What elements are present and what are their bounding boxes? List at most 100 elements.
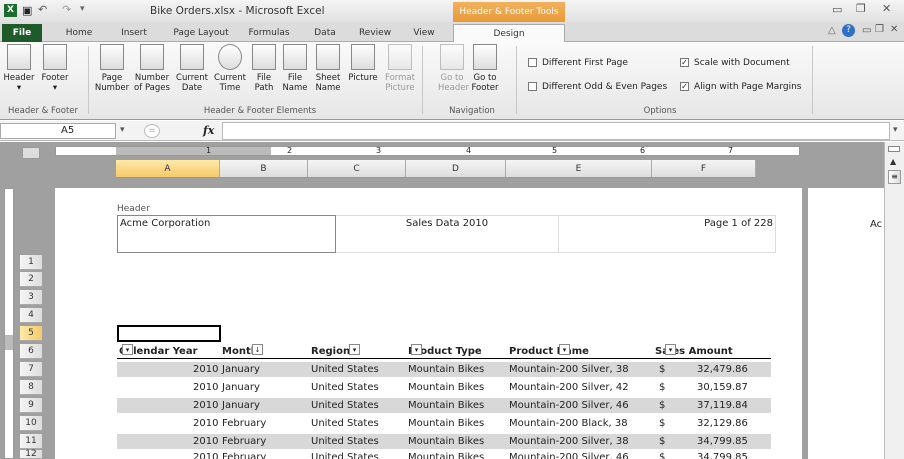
format-picture-button[interactable]: Format Picture xyxy=(382,44,418,93)
tab-home[interactable]: Home xyxy=(58,24,100,42)
tab-data[interactable]: Data xyxy=(306,24,344,42)
name-box[interactable]: A5 xyxy=(0,123,116,139)
header-label: Header xyxy=(117,204,150,214)
footer-button[interactable]: Footer ▾ xyxy=(38,44,72,93)
row-header-12[interactable]: 12 xyxy=(20,450,42,459)
header-right-section[interactable]: Page 1 of 228 xyxy=(558,215,776,253)
horizontal-ruler[interactable]: 1 2 3 4 5 6 7 xyxy=(55,146,800,156)
row-header-6[interactable]: 6 xyxy=(20,344,42,359)
goto-header-icon xyxy=(440,44,464,70)
row-header-10[interactable]: 10 xyxy=(20,416,42,431)
close-icon[interactable]: ✕ xyxy=(882,2,891,15)
footer-icon xyxy=(43,44,67,70)
page-number-button[interactable]: Page Number xyxy=(92,44,132,93)
different-first-page-option[interactable]: Different First Page xyxy=(528,58,628,68)
filter-dropdown-icon[interactable]: ▾ xyxy=(122,344,133,355)
align-page-margins-option[interactable]: ✓ Align with Page Margins xyxy=(680,82,801,92)
column-header-e[interactable]: E xyxy=(506,160,652,178)
different-first-page-checkbox[interactable] xyxy=(528,58,537,67)
column-header-f[interactable]: F xyxy=(652,160,756,178)
picture-icon xyxy=(351,44,375,70)
help-icon[interactable]: ? xyxy=(842,24,855,37)
function-wizard-icon[interactable]: = xyxy=(144,124,160,138)
scale-with-document-checkbox[interactable]: ✓ xyxy=(680,58,689,67)
goto-footer-button[interactable]: Go to Footer xyxy=(468,44,502,93)
header-button[interactable]: Header ▾ xyxy=(2,44,36,93)
filter-dropdown-icon[interactable]: ▾ xyxy=(559,344,570,355)
tab-page-layout[interactable]: Page Layout xyxy=(166,24,236,42)
expand-formula-bar-icon[interactable]: ▾ xyxy=(893,125,898,135)
header-center-section[interactable]: Sales Data 2010 xyxy=(336,215,558,253)
vertical-ruler[interactable] xyxy=(4,188,14,459)
tab-design[interactable]: Design xyxy=(453,24,565,42)
minimize-icon[interactable]: ▭ xyxy=(832,3,842,16)
tab-insert[interactable]: Insert xyxy=(112,24,156,42)
select-all-corner[interactable] xyxy=(22,147,40,159)
group-label-options: Options xyxy=(643,106,677,116)
column-header-d[interactable]: D xyxy=(406,160,506,178)
filter-dropdown-icon[interactable]: ▾ xyxy=(665,344,676,355)
number-of-pages-button[interactable]: Number of Pages xyxy=(133,44,171,93)
different-odd-even-option[interactable]: Different Odd & Even Pages xyxy=(528,82,667,92)
row-header-3[interactable]: 3 xyxy=(20,290,42,305)
table-row: 2010 February United States Mountain Bik… xyxy=(117,434,771,449)
tab-file[interactable]: File xyxy=(2,24,42,42)
split-box[interactable] xyxy=(888,146,900,152)
format-picture-icon xyxy=(388,44,412,70)
row-header-5[interactable]: 5 xyxy=(20,326,42,341)
header-left-section[interactable]: Acme Corporation xyxy=(117,215,336,253)
current-time-button[interactable]: Current Time xyxy=(212,44,248,93)
restore-icon[interactable]: ❐ xyxy=(856,2,866,15)
table-row: 2010 February United States Mountain Bik… xyxy=(193,452,748,459)
column-header-a[interactable]: A xyxy=(116,160,220,178)
workbook-minimize-icon[interactable]: ▭ xyxy=(862,25,871,36)
sort-filter-icon[interactable]: ↓ xyxy=(252,344,263,355)
row-header-7[interactable]: 7 xyxy=(20,362,42,377)
different-odd-even-checkbox[interactable] xyxy=(528,82,537,91)
vertical-scrollbar[interactable]: ▲ ≡ xyxy=(884,142,904,459)
undo-icon[interactable]: ↶ xyxy=(38,3,47,16)
file-name-button[interactable]: File Name xyxy=(280,44,310,93)
window-title: Bike Orders.xlsx - Microsoft Excel xyxy=(150,5,325,17)
current-date-button[interactable]: Current Date xyxy=(174,44,210,93)
redo-icon[interactable]: ↷ xyxy=(62,3,71,16)
scroll-thumb[interactable]: ≡ xyxy=(888,170,901,184)
scroll-up-icon[interactable]: ▲ xyxy=(890,157,896,166)
name-box-dropdown-icon[interactable]: ▾ xyxy=(120,125,125,135)
save-icon[interactable]: ▣ xyxy=(22,4,32,17)
goto-header-button[interactable]: Go to Header xyxy=(438,44,469,93)
row-header-11[interactable]: 11 xyxy=(20,434,42,449)
header-right-text: Page 1 of 228 xyxy=(704,218,773,229)
tab-review[interactable]: Review xyxy=(352,24,398,42)
tab-formulas[interactable]: Formulas xyxy=(240,24,298,42)
scale-with-document-option[interactable]: ✓ Scale with Document xyxy=(680,58,790,68)
column-header-c[interactable]: C xyxy=(308,160,406,178)
active-cell[interactable] xyxy=(117,325,221,342)
workbook-close-icon[interactable]: ✕ xyxy=(890,24,898,35)
row-header-2[interactable]: 2 xyxy=(20,272,42,287)
group-label-navigation: Navigation xyxy=(449,106,495,116)
header-center-text: Sales Data 2010 xyxy=(405,218,489,229)
tab-view[interactable]: View xyxy=(404,24,444,42)
row-header-9[interactable]: 9 xyxy=(20,398,42,413)
ribbon-tabs: File Home Insert Page Layout Formulas Da… xyxy=(0,22,904,42)
filter-dropdown-icon[interactable]: ▾ xyxy=(349,344,360,355)
sheet-name-button[interactable]: Sheet Name xyxy=(312,44,344,93)
fx-label[interactable]: fx xyxy=(203,124,214,137)
file-path-button[interactable]: File Path xyxy=(250,44,278,93)
folder-icon xyxy=(252,44,276,70)
row-header-8[interactable]: 8 xyxy=(20,380,42,395)
align-page-margins-checkbox[interactable]: ✓ xyxy=(680,82,689,91)
workbook-restore-icon[interactable]: ❐ xyxy=(875,24,884,35)
excel-logo-icon: X xyxy=(4,4,17,17)
formula-input[interactable] xyxy=(222,122,890,140)
column-header-b[interactable]: B xyxy=(220,160,308,178)
filter-dropdown-icon[interactable]: ▾ xyxy=(411,344,422,355)
header-icon xyxy=(7,44,31,70)
customize-qat-icon[interactable]: ▾ xyxy=(80,4,85,14)
picture-button[interactable]: Picture xyxy=(346,44,380,83)
minimize-ribbon-icon[interactable]: △ xyxy=(828,25,836,36)
row-header-4[interactable]: 4 xyxy=(20,308,42,323)
clock-icon xyxy=(218,44,242,70)
row-header-1[interactable]: 1 xyxy=(20,255,42,270)
